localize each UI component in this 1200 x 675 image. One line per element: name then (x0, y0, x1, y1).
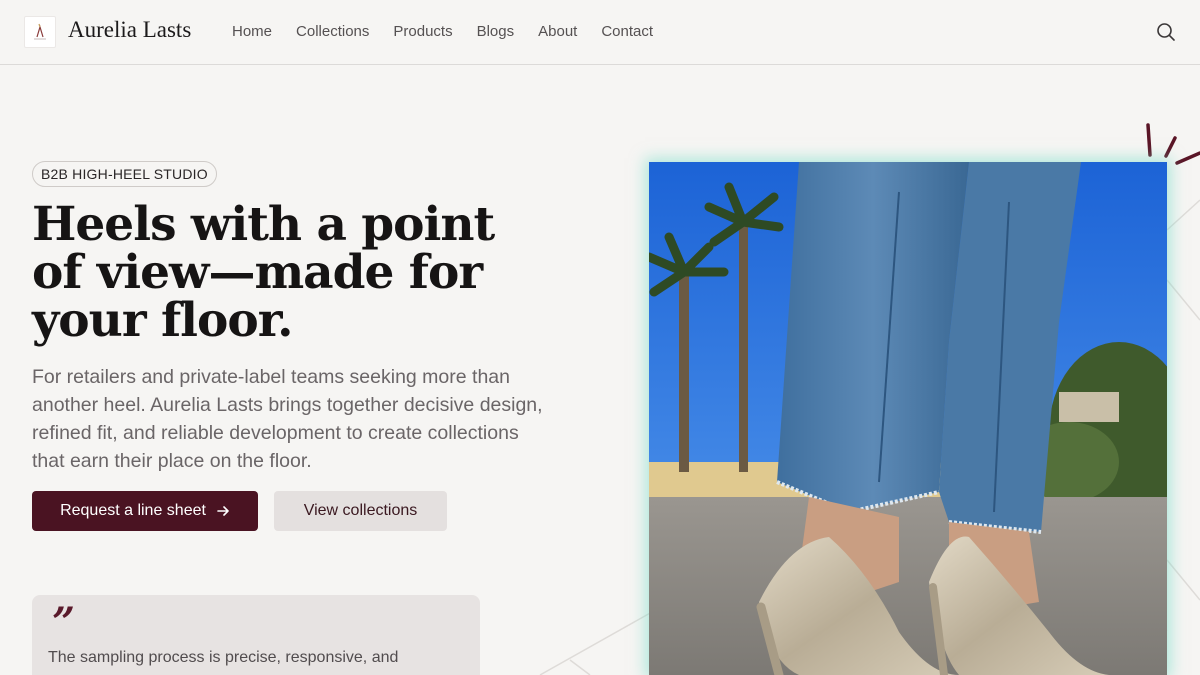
accent-strokes (1146, 123, 1200, 165)
quote-mark-icon: ” (52, 599, 76, 646)
main-nav: Home Collections Products Blogs About Co… (232, 23, 653, 40)
nav-home[interactable]: Home (232, 23, 272, 40)
view-collections-button[interactable]: View collections (274, 491, 447, 531)
nav-contact[interactable]: Contact (601, 23, 653, 40)
nav-blogs[interactable]: Blogs (477, 23, 515, 40)
nav-about[interactable]: About (538, 23, 577, 40)
brand-name[interactable]: Aurelia Lasts (68, 17, 191, 43)
search-icon (1157, 23, 1175, 41)
arrow-right-icon (217, 506, 229, 516)
logo-mark-icon (34, 23, 46, 40)
testimonial-text: The sampling process is precise, respons… (48, 649, 399, 666)
nav-products[interactable]: Products (393, 23, 452, 40)
hero-lede: For retailers and private-label teams se… (32, 366, 543, 472)
request-line-sheet-button[interactable]: Request a line sheet (32, 491, 258, 531)
hero-photo-illustration (649, 162, 1167, 675)
nav-collections[interactable]: Collections (296, 23, 369, 40)
hero-badge: B2B HIGH-HEEL STUDIO (32, 161, 217, 187)
search-button[interactable] (1155, 21, 1177, 43)
site-header: Aurelia Lasts Home Collections Products … (0, 0, 1200, 65)
request-line-sheet-label: Request a line sheet (60, 502, 206, 519)
brand-logo[interactable] (24, 16, 56, 48)
hero-headline: Heels with a point of view—made for your… (32, 197, 495, 348)
hero-photo (649, 162, 1167, 675)
testimonial-card: ” The sampling process is precise, respo… (32, 595, 480, 675)
